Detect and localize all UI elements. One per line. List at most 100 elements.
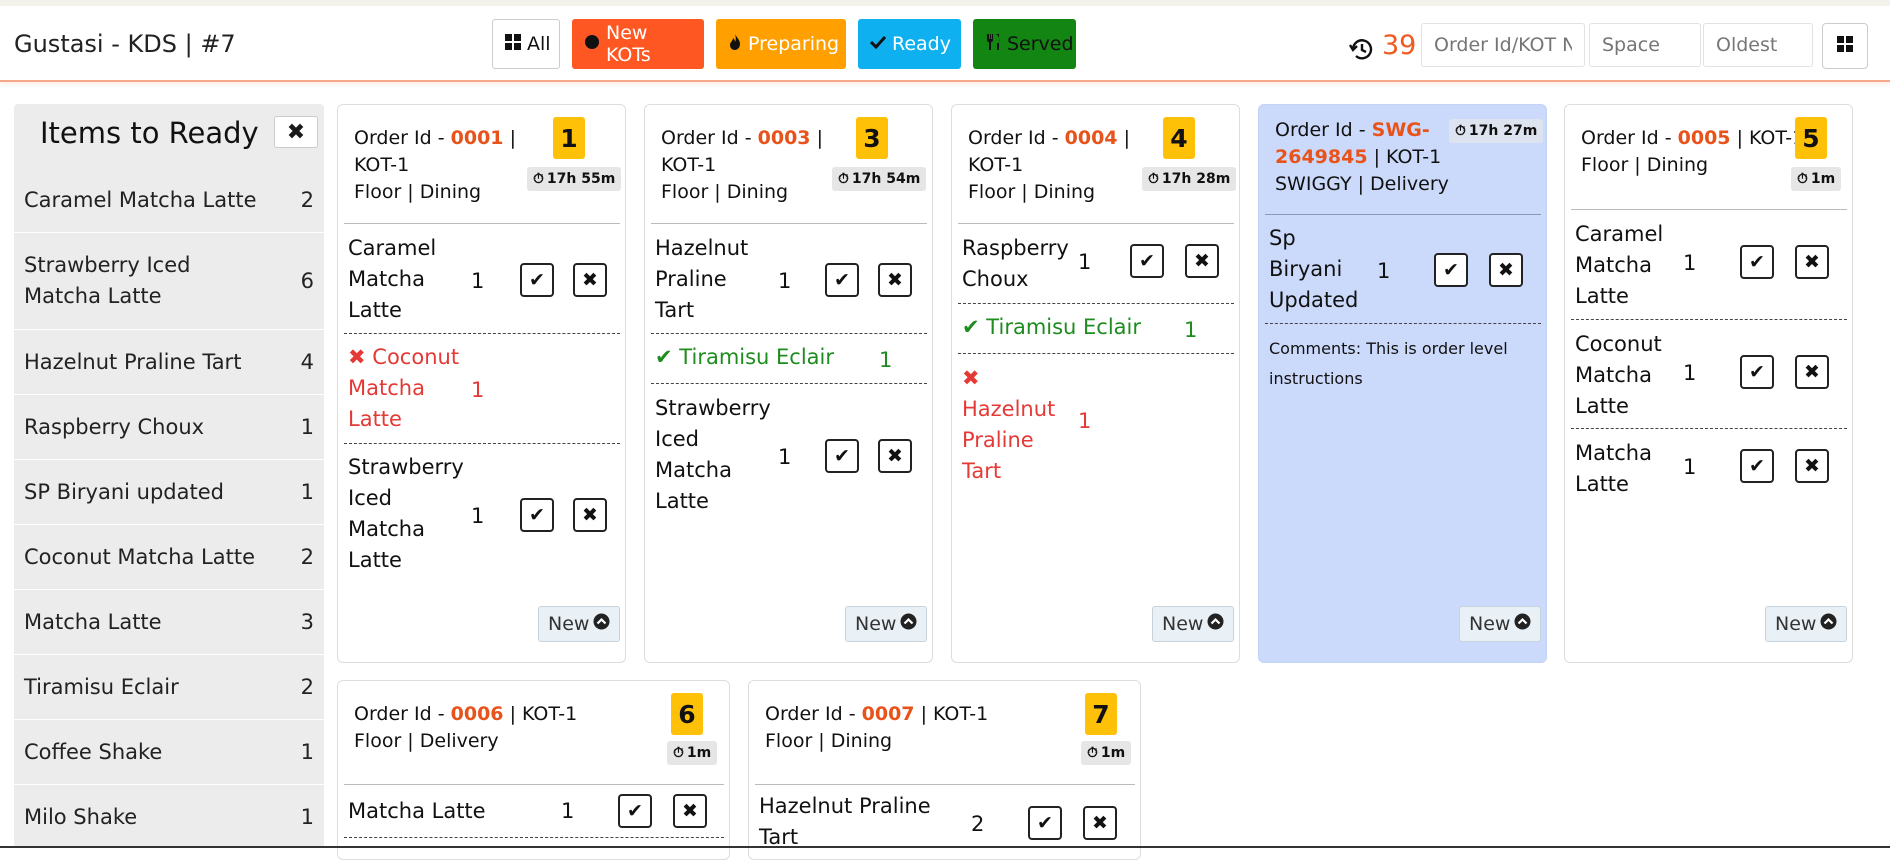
mark-ready-button[interactable]: ✔ (1028, 806, 1062, 840)
order-card[interactable]: Order Id - 0001 | KOT-1 Floor | Dining 1… (337, 104, 626, 663)
item-qty: 1 (778, 445, 792, 469)
divider (755, 784, 1135, 785)
clock-icon: ⏱ (1797, 171, 1808, 187)
item-qty: 1 (879, 348, 893, 372)
order-location: Floor | Delivery (354, 730, 499, 752)
list-item[interactable]: Strawberry Iced Matcha Latte 6 (14, 233, 324, 330)
filter-new-kots-button[interactable]: New KOTs (572, 19, 704, 69)
mark-ready-button[interactable]: ✔ (1740, 355, 1774, 389)
mark-ready-button[interactable]: ✔ (825, 439, 859, 473)
close-panel-button[interactable]: ✖ (274, 116, 318, 148)
cancel-item-button[interactable]: ✖ (573, 498, 607, 532)
list-item[interactable]: Matcha Latte 3 (14, 590, 324, 655)
item-divider (344, 443, 620, 444)
close-icon: ✖ (1092, 812, 1108, 834)
item-qty: 1 (300, 805, 314, 829)
check-icon: ✔ (834, 269, 850, 291)
filter-served-button[interactable]: Served (973, 19, 1076, 69)
item-name: Tiramisu Eclair (986, 315, 1142, 339)
chevron-up-circle-icon (900, 613, 917, 635)
mark-ready-button[interactable]: ✔ (1434, 253, 1468, 287)
cancel-item-button[interactable]: ✖ (1185, 244, 1219, 278)
cancel-item-button[interactable]: ✖ (1083, 806, 1117, 840)
item-name: Matcha Latte (348, 799, 486, 823)
check-icon: ✔ (1443, 259, 1459, 281)
order-id: 0005 (1677, 127, 1731, 149)
mark-ready-button[interactable]: ✔ (520, 498, 554, 532)
status-new-label: New (1775, 613, 1817, 635)
mark-ready-button[interactable]: ✔ (1740, 449, 1774, 483)
table-number-badge: 3 (856, 117, 888, 159)
kot-number: KOT-1 (1386, 146, 1442, 168)
list-item[interactable]: Tiramisu Eclair 2 (14, 655, 324, 720)
chevron-up-circle-icon (1820, 613, 1837, 635)
status-new-button[interactable]: New (538, 606, 621, 642)
cancel-item-button[interactable]: ✖ (1795, 449, 1829, 483)
status-new-label: New (855, 613, 897, 635)
status-new-button[interactable]: New (1765, 606, 1848, 642)
kot-number: KOT-1 (354, 154, 410, 176)
item-name: Tiramisu Eclair (24, 674, 179, 699)
mark-ready-button[interactable]: ✔ (1740, 245, 1774, 279)
cancel-item-button[interactable]: ✖ (1795, 355, 1829, 389)
filter-all-button[interactable]: All (492, 19, 560, 69)
order-id: 0006 (450, 703, 504, 725)
status-new-button[interactable]: New (1459, 606, 1542, 642)
item-name: Hazelnut Praline Tart (962, 397, 1056, 483)
order-card-delivery[interactable]: Order Id - SWG-2649845 | KOT-1 SWIGGY | … (1258, 104, 1547, 663)
mark-ready-button[interactable]: ✔ (520, 263, 554, 297)
table-number-badge: 7 (1085, 693, 1117, 735)
panel-title: Items to Ready (40, 116, 259, 150)
list-item[interactable]: Hazelnut Praline Tart 4 (14, 330, 324, 395)
elapsed-time-badge: ⏱ 1m (1791, 167, 1842, 191)
order-prefix: Order Id - (1581, 127, 1678, 149)
close-icon: ✖ (582, 269, 598, 291)
status-new-label: New (1469, 613, 1511, 635)
order-prefix: Order Id - (1275, 119, 1372, 141)
status-new-button[interactable]: New (1152, 606, 1235, 642)
cancel-item-button[interactable]: ✖ (1795, 245, 1829, 279)
clock-icon: ⏱ (838, 171, 849, 187)
item-qty: 1 (1184, 318, 1198, 342)
space-filter-input[interactable] (1589, 23, 1701, 67)
clock-icon: ⏱ (1148, 171, 1159, 187)
order-search-input[interactable] (1421, 23, 1585, 67)
list-item[interactable]: Milo Shake 1 (14, 785, 324, 848)
mark-ready-button[interactable]: ✔ (618, 794, 652, 828)
order-card[interactable]: Order Id - 0004 | KOT-1 Floor | Dining 4… (951, 104, 1240, 663)
list-item[interactable]: Caramel Matcha Latte 2 (14, 168, 324, 233)
order-card[interactable]: Order Id - 0007 | KOT-1 Floor | Dining 7… (748, 680, 1141, 860)
list-item[interactable]: Coffee Shake 1 (14, 720, 324, 785)
clock-icon: ⏱ (673, 745, 684, 761)
item-qty: 2 (300, 675, 314, 699)
check-icon: ✔ (834, 445, 850, 467)
check-icon: ✔ (1749, 455, 1765, 477)
layout-toggle-button[interactable] (1822, 23, 1868, 69)
cancel-item-button[interactable]: ✖ (573, 263, 607, 297)
list-item[interactable]: Raspberry Choux 1 (14, 395, 324, 460)
mark-ready-button[interactable]: ✔ (825, 263, 859, 297)
order-id: 0003 (757, 127, 811, 149)
sort-select[interactable]: Oldest (1703, 23, 1813, 67)
elapsed-time-badge: ⏱ 1m (1081, 741, 1132, 765)
item-qty: 1 (471, 269, 485, 293)
cancel-item-button[interactable]: ✖ (1489, 253, 1523, 287)
cancel-item-button[interactable]: ✖ (878, 263, 912, 297)
order-card[interactable]: Order Id - 0006 | KOT-1 Floor | Delivery… (337, 680, 730, 860)
order-card[interactable]: Order Id - 0005 | KOT-1 Floor | Dining 5… (1564, 104, 1853, 663)
cancel-item-button[interactable]: ✖ (878, 439, 912, 473)
cancel-item-button[interactable]: ✖ (673, 794, 707, 828)
filter-preparing-button[interactable]: Preparing (716, 19, 846, 69)
item-divider (1571, 428, 1847, 429)
grid-icon (505, 33, 521, 55)
order-prefix: Order Id - (765, 703, 862, 725)
order-card[interactable]: Order Id - 0003 | KOT-1 Floor | Dining 3… (644, 104, 933, 663)
list-item[interactable]: SP Biryani updated 1 (14, 460, 324, 525)
filter-ready-button[interactable]: Ready (858, 19, 961, 69)
mark-ready-button[interactable]: ✔ (1130, 244, 1164, 278)
history-icon[interactable] (1348, 36, 1374, 62)
item-qty: 1 (300, 415, 314, 439)
list-item[interactable]: Coconut Matcha Latte 2 (14, 525, 324, 590)
status-new-button[interactable]: New (845, 606, 928, 642)
check-icon: ✔ (529, 269, 545, 291)
